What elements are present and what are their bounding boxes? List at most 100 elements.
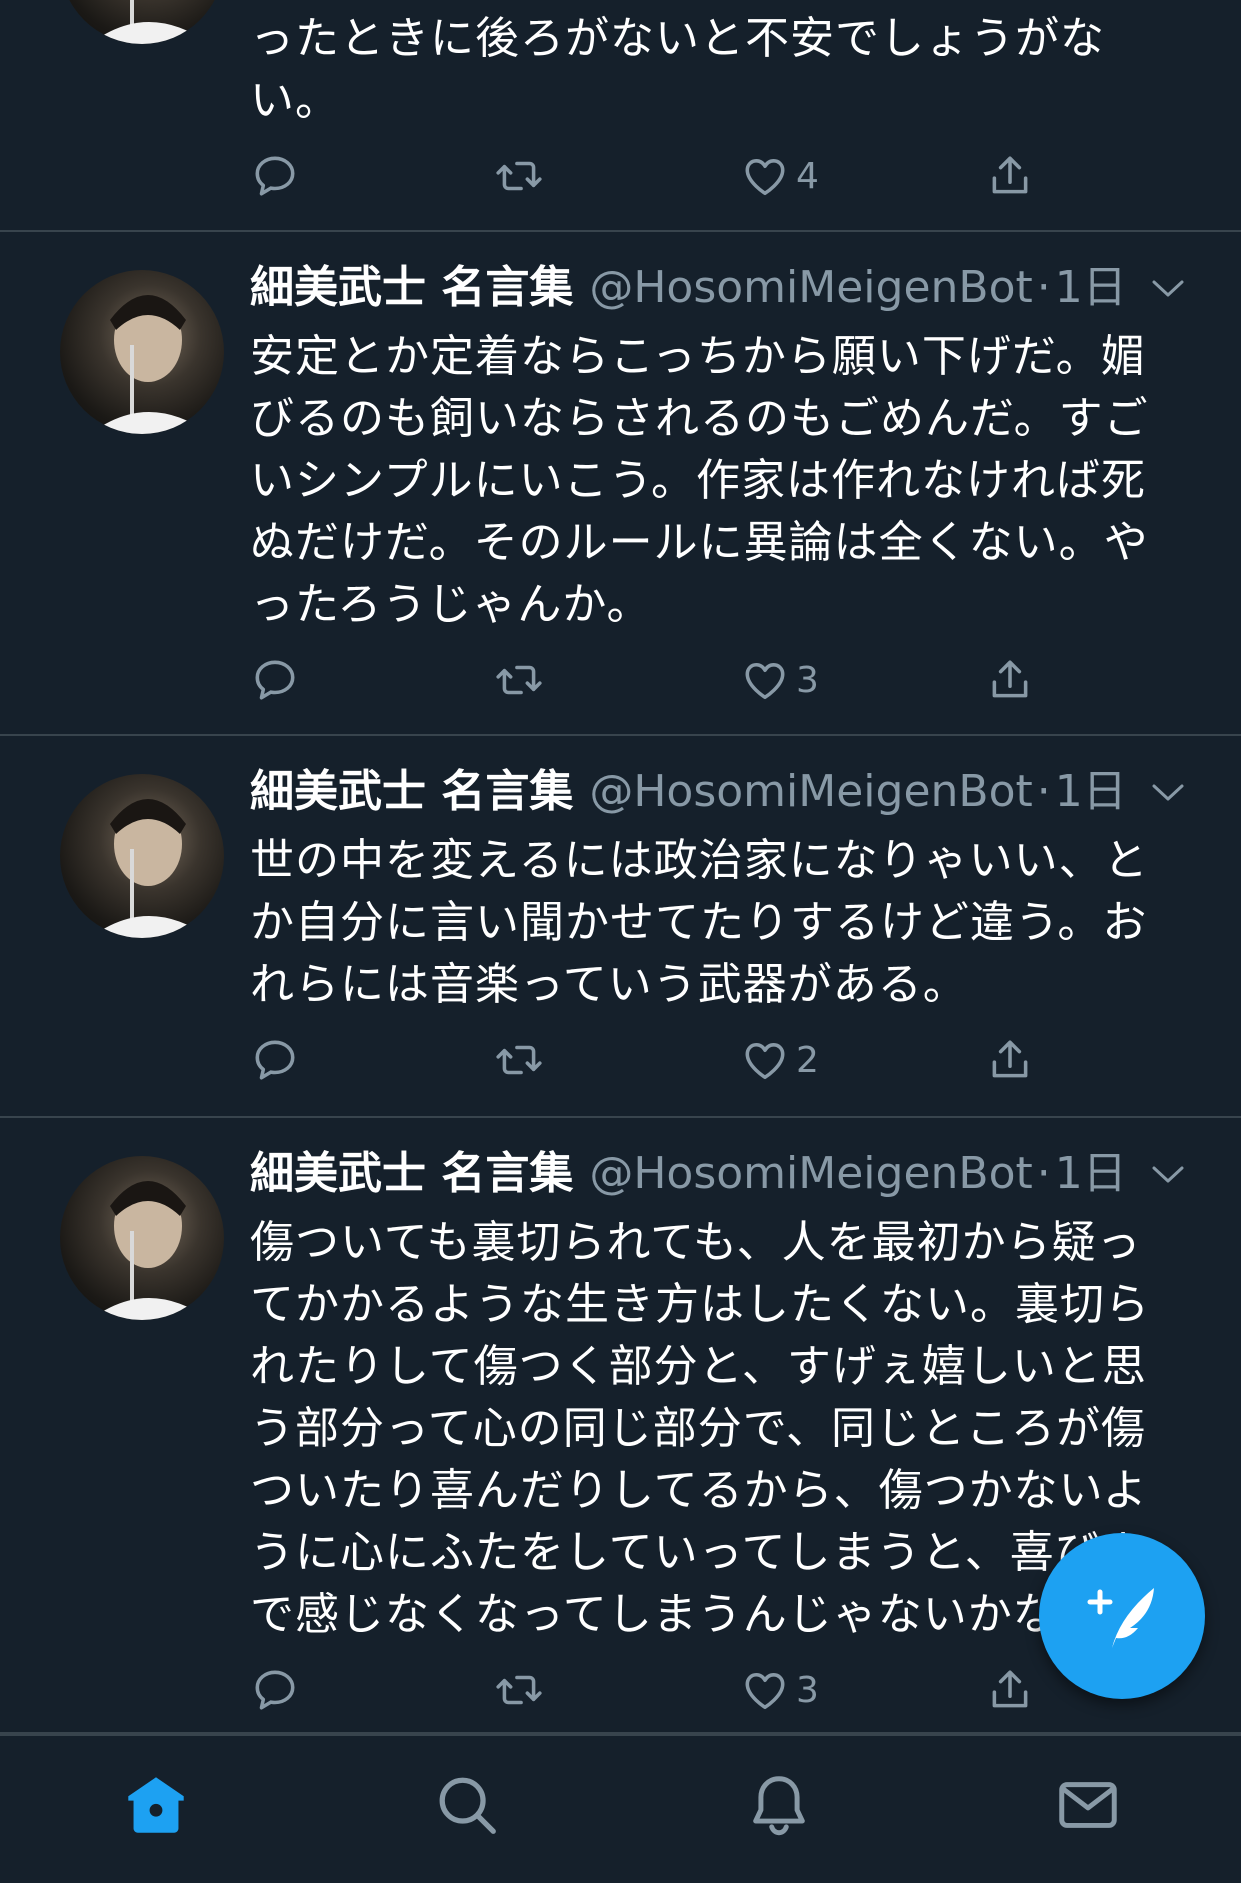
reply-button[interactable]: [250, 1660, 300, 1720]
like-button[interactable]: 3: [740, 1660, 819, 1720]
like-icon: [745, 663, 785, 700]
tweet-text-line: ついたり喜んだりしてるから、傷つかないよ: [250, 1465, 1148, 1516]
share-button[interactable]: [985, 1030, 1035, 1090]
tweet-text-line: れたりして傷つく部分と、すげぇ嬉しいと思: [250, 1341, 1147, 1392]
display-name[interactable]: 細美武士 名言集: [250, 1144, 573, 1204]
compose-tweet-button[interactable]: [1039, 1533, 1205, 1699]
timestamp[interactable]: 1日: [1055, 258, 1127, 318]
tweet-text-line: ったときに後ろがないと不安でしょうがな: [250, 13, 1105, 64]
retweet-button[interactable]: [494, 650, 544, 710]
tweet-actions: 4: [250, 146, 1050, 206]
tweet-text-line: 世の中を変えるには政治家になりゃいい、と: [250, 835, 1149, 886]
tweet-text: 世の中を変えるには政治家になりゃいい、と か自分に言い聞かせてたりするけど違う。…: [250, 830, 1160, 1016]
messages-icon: [1059, 1782, 1117, 1828]
share-button[interactable]: [985, 146, 1035, 206]
avatar[interactable]: [60, 774, 224, 938]
avatar-photo: [90, 1181, 210, 1320]
tab-messages[interactable]: [1053, 1770, 1123, 1840]
tab-notifications[interactable]: [744, 1770, 814, 1840]
retweet-icon: [496, 1675, 542, 1705]
reply-icon: [255, 660, 295, 700]
retweet-button[interactable]: [494, 1030, 544, 1090]
user-handle[interactable]: @HosomiMeigenBot: [589, 1144, 1032, 1204]
like-button[interactable]: 4: [740, 146, 819, 206]
tweet-text-line: い。: [250, 75, 340, 126]
avatar-photo: [90, 0, 210, 44]
tweet-header: 細美武士 名言集 @HosomiMeigenBot · 1日: [250, 258, 1127, 318]
retweet-button[interactable]: [494, 146, 544, 206]
tweet-header: 細美武士 名言集 @HosomiMeigenBot · 1日: [250, 1144, 1127, 1204]
timestamp[interactable]: 1日: [1055, 762, 1127, 822]
avatar-photo: [90, 295, 210, 434]
timestamp[interactable]: 1日: [1055, 1144, 1127, 1204]
reply-icon: [255, 156, 295, 196]
home-icon: [128, 1777, 184, 1833]
tweet-text-line: びるのも飼いならされるのもごめんだ。すご: [250, 393, 1149, 444]
share-icon: [992, 156, 1028, 194]
like-count: 4: [796, 155, 819, 197]
reply-button[interactable]: [250, 1030, 300, 1090]
tab-search[interactable]: [432, 1770, 502, 1840]
tweet-text-line: れらには音楽っていう武器がある。: [250, 959, 968, 1010]
tweet[interactable]: ったときに後ろがないと不安でしょうがな い。 4: [0, 0, 1241, 232]
search-icon: [439, 1777, 496, 1834]
share-icon: [992, 1040, 1028, 1078]
separator: ·: [1036, 1148, 1051, 1199]
reply-button[interactable]: [250, 650, 300, 710]
tweet[interactable]: 細美武士 名言集 @HosomiMeigenBot · 1日 安定とか定着ならこ…: [0, 232, 1241, 736]
tweet-actions: 2: [250, 1030, 1050, 1090]
tweet-text-line: 傷ついても裏切られても、人を最初から疑っ: [250, 1217, 1142, 1268]
avatar[interactable]: [60, 1156, 224, 1320]
reply-button[interactable]: [250, 146, 300, 206]
reply-icon: [255, 1040, 295, 1080]
avatar-photo: [90, 799, 210, 938]
like-count: 3: [796, 659, 819, 701]
tab-home[interactable]: [121, 1770, 191, 1840]
tweet-text-line: 安定とか定着ならこっちから願い下げだ。媚: [250, 331, 1146, 382]
like-button[interactable]: 2: [740, 1030, 819, 1090]
tweet-actions: 3: [250, 1660, 1050, 1720]
retweet-button[interactable]: [494, 1660, 544, 1720]
like-count: 3: [796, 1669, 819, 1711]
tweet-text-line: で感じなくなってしまうんじゃないかな。: [250, 1589, 1103, 1640]
tweet-text-line: ぬだけだ。そのルールに異論は全くない。や: [250, 517, 1149, 568]
avatar[interactable]: [60, 270, 224, 434]
like-icon: [745, 1673, 785, 1710]
retweet-icon: [496, 665, 542, 695]
share-icon: [992, 1670, 1028, 1708]
tweet-actions: 3: [250, 650, 1050, 710]
like-count: 2: [796, 1039, 819, 1081]
notifications-icon: [753, 1776, 805, 1836]
tweet-text-line: ったろうじゃんか。: [250, 579, 652, 630]
reply-icon: [255, 1670, 295, 1710]
tweet-text-line: か自分に言い聞かせてたりするけど違う。お: [250, 897, 1148, 948]
compose-tweet-icon: [1087, 1588, 1154, 1648]
user-handle[interactable]: @HosomiMeigenBot: [589, 762, 1032, 822]
tweet-text-line: う部分って心の同じ部分で、同じところが傷: [250, 1403, 1147, 1454]
share-button[interactable]: [985, 650, 1035, 710]
separator: ·: [1036, 766, 1051, 817]
user-handle[interactable]: @HosomiMeigenBot: [589, 258, 1032, 318]
share-icon: [992, 660, 1028, 698]
like-button[interactable]: 3: [740, 650, 819, 710]
retweet-icon: [496, 1045, 542, 1075]
display-name[interactable]: 細美武士 名言集: [250, 762, 573, 822]
tweet-text-line: てかかるような生き方はしたくない。裏切ら: [250, 1279, 1150, 1330]
tweet-text: 安定とか定着ならこっちから願い下げだ。媚 びるのも飼いならされるのもごめんだ。す…: [250, 326, 1160, 636]
chevron-down-icon[interactable]: [1148, 778, 1188, 808]
display-name[interactable]: 細美武士 名言集: [250, 258, 573, 318]
avatar[interactable]: [60, 0, 224, 44]
tweet-text: 傷ついても裏切られても、人を最初から疑っ てかかるような生き方はしたくない。裏切…: [250, 1212, 1160, 1646]
like-icon: [745, 159, 785, 196]
tweet[interactable]: 細美武士 名言集 @HosomiMeigenBot · 1日 世の中を変えるには…: [0, 736, 1241, 1118]
retweet-icon: [496, 161, 542, 191]
tweet-header: 細美武士 名言集 @HosomiMeigenBot · 1日: [250, 762, 1127, 822]
tweet-text-line: いシンプルにいこう。作家は作れなければ死: [250, 455, 1147, 506]
chevron-down-icon[interactable]: [1148, 1160, 1188, 1190]
tweet-text-line: うに心にふたをしていってしまうと、喜びま: [250, 1527, 1145, 1578]
like-icon: [745, 1043, 785, 1080]
share-button[interactable]: [985, 1660, 1035, 1720]
bottom-tab-bar: [0, 1734, 1241, 1883]
chevron-down-icon[interactable]: [1148, 274, 1188, 304]
separator: ·: [1036, 262, 1051, 313]
